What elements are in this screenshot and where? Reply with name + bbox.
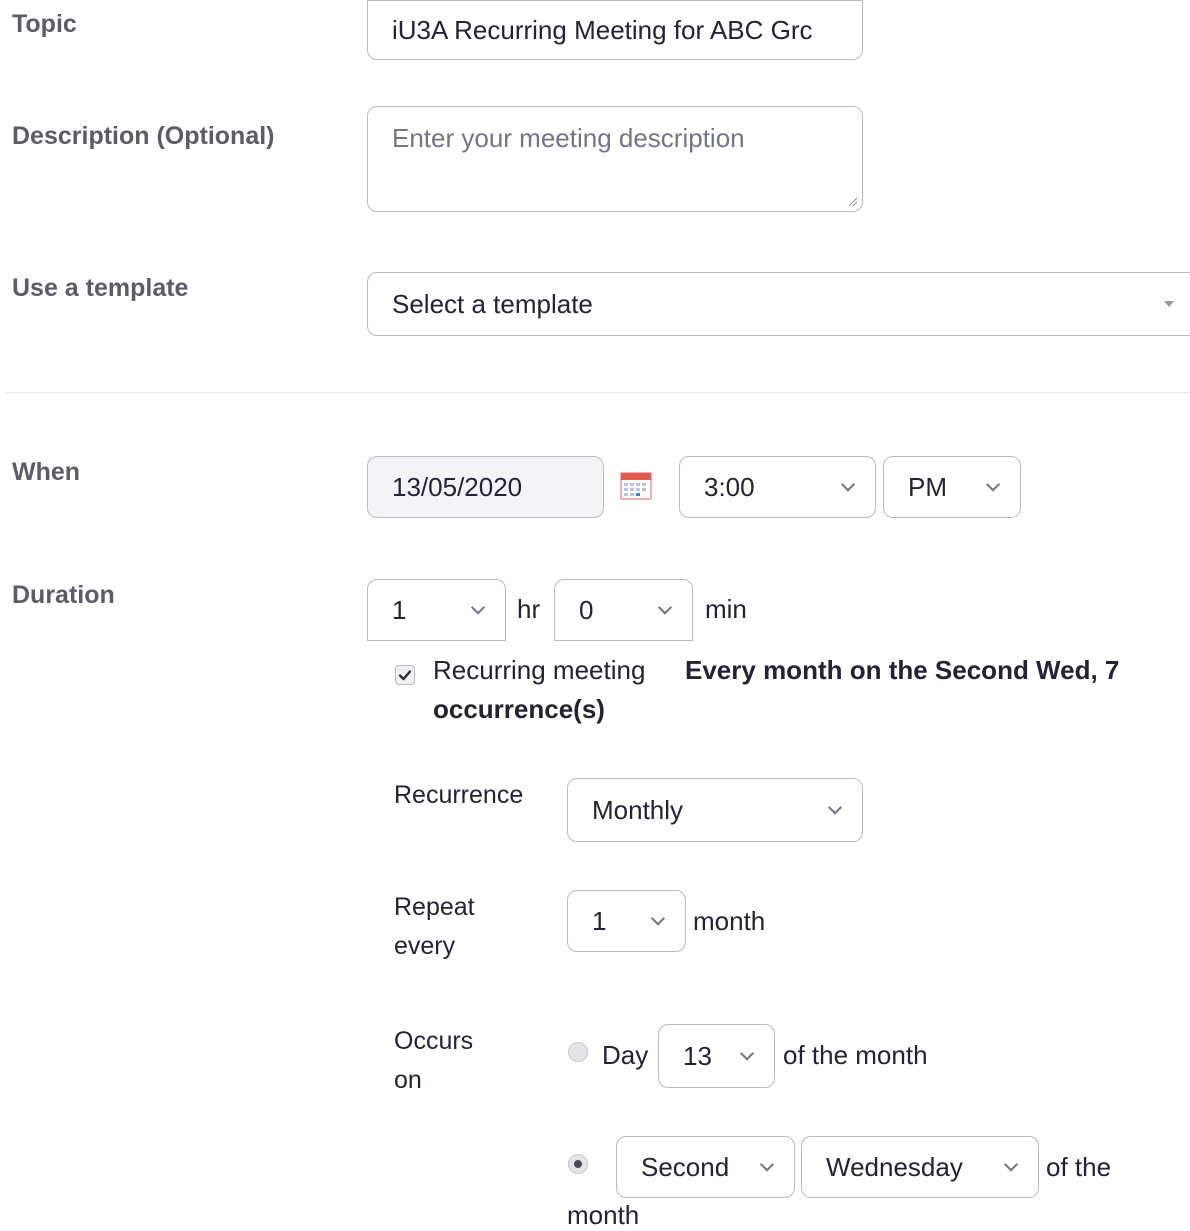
chevron-down-icon	[827, 800, 843, 815]
repeat-every-select[interactable]: 1	[567, 890, 686, 952]
chevron-down-icon	[739, 1046, 755, 1061]
checkmark-icon	[398, 670, 412, 681]
description-label: Description (Optional)	[12, 122, 275, 150]
date-input[interactable]: 13/05/2020	[367, 456, 604, 518]
topic-label: Topic	[12, 10, 77, 38]
resize-handle-icon[interactable]	[848, 197, 858, 207]
occurs-week-radio[interactable]	[568, 1154, 588, 1174]
occurs-day-suffix: of the month	[783, 1040, 928, 1070]
occurs-week-suffix-line2: month	[567, 1200, 640, 1230]
repeat-every-label-line1: Repeat	[394, 893, 475, 921]
week-ordinal-value: Second	[641, 1151, 730, 1182]
topic-input-value: iU3A Recurring Meeting for ABC Grc	[392, 14, 813, 45]
recurring-checkbox-label[interactable]: Recurring meeting	[433, 655, 645, 686]
time-select[interactable]: 3:00	[679, 456, 876, 518]
chevron-down-icon	[657, 600, 673, 615]
template-select-value: Select a template	[392, 288, 593, 319]
chevron-down-icon	[1003, 1157, 1019, 1172]
description-textarea[interactable]: Enter your meeting description	[367, 106, 863, 212]
occurs-day-radio[interactable]	[568, 1042, 588, 1062]
weekday-value: Wednesday	[826, 1151, 963, 1182]
chevron-down-icon	[985, 477, 1001, 492]
occurs-day-select[interactable]: 13	[658, 1024, 775, 1088]
recurring-summary-line2: occurrence(s)	[433, 694, 605, 724]
recurring-checkbox[interactable]	[395, 665, 415, 685]
section-divider	[6, 392, 1190, 393]
dropdown-triangle-icon	[1164, 301, 1174, 307]
ampm-select[interactable]: PM	[883, 456, 1021, 518]
duration-hours-value: 1	[392, 594, 407, 625]
repeat-every-value: 1	[592, 905, 607, 936]
duration-hours-select[interactable]: 1	[367, 579, 506, 641]
recurring-summary-line1: Every month on the Second Wed, 7	[685, 655, 1120, 685]
recurrence-value: Monthly	[592, 794, 684, 825]
occurs-day-value: 13	[683, 1040, 712, 1071]
min-unit: min	[705, 594, 747, 624]
chevron-down-icon	[650, 911, 666, 926]
repeat-every-label-line2: every	[394, 932, 456, 960]
chevron-down-icon	[470, 600, 486, 615]
description-placeholder: Enter your meeting description	[392, 123, 745, 153]
topic-input[interactable]: iU3A Recurring Meeting for ABC Grc	[367, 0, 863, 60]
occurs-day-label[interactable]: Day	[602, 1040, 648, 1071]
when-label: When	[12, 458, 81, 486]
chevron-down-icon	[840, 477, 856, 492]
week-ordinal-select[interactable]: Second	[616, 1136, 795, 1198]
duration-minutes-select[interactable]: 0	[554, 579, 693, 641]
weekday-select[interactable]: Wednesday	[801, 1136, 1039, 1198]
recurrence-label: Recurrence	[394, 781, 524, 809]
duration-minutes-value: 0	[579, 594, 594, 625]
recurrence-select[interactable]: Monthly	[567, 778, 863, 842]
chevron-down-icon	[759, 1157, 775, 1172]
occurs-on-label-line1: Occurs	[394, 1027, 474, 1055]
repeat-every-unit: month	[693, 906, 766, 936]
template-select[interactable]: Select a template	[367, 272, 1190, 336]
hr-unit: hr	[517, 594, 541, 624]
occurs-on-label-line2: on	[394, 1066, 422, 1094]
ampm-value: PM	[908, 471, 947, 502]
calendar-icon[interactable]	[620, 472, 652, 500]
duration-label: Duration	[12, 581, 115, 609]
occurs-week-suffix-line1: of the	[1046, 1152, 1112, 1182]
date-value: 13/05/2020	[392, 471, 523, 502]
template-label: Use a template	[12, 274, 189, 302]
time-value: 3:00	[704, 471, 755, 502]
